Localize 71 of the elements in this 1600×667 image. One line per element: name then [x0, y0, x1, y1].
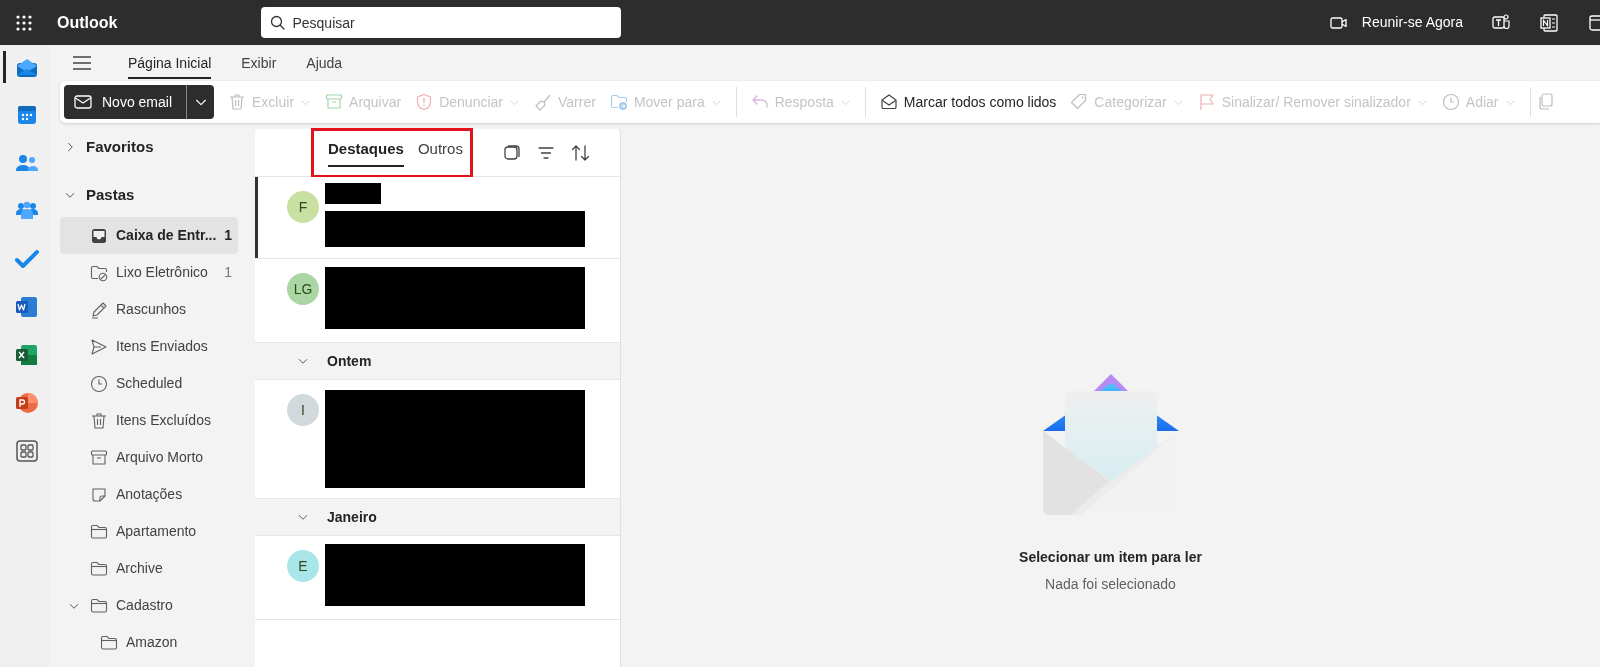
message-tab[interactable]: Outros: [417, 138, 463, 167]
folder-section-header[interactable]: Favoritos: [60, 129, 251, 165]
tag-icon: [1070, 93, 1089, 111]
broom-icon: [534, 93, 552, 111]
avatar: I: [287, 394, 319, 426]
note-icon: [90, 485, 108, 504]
app-title: Outlook: [57, 12, 118, 33]
word-icon: [13, 294, 40, 320]
folder-section-header[interactable]: Pastas: [60, 177, 251, 213]
excel-icon: [13, 342, 40, 368]
video-camera-icon: [1329, 14, 1348, 31]
clock-icon: [1441, 93, 1460, 111]
trash-icon: [90, 411, 108, 430]
avatar: E: [287, 550, 319, 582]
archive-box-icon: [90, 448, 108, 467]
ribbon-tab[interactable]: Exibir: [241, 47, 277, 79]
toolbar-button[interactable]: Marcar todos como lidos: [879, 91, 1057, 113]
junk-folder-icon: [90, 263, 108, 282]
send-icon: [90, 337, 108, 356]
flag-icon: [1197, 93, 1216, 111]
shield-icon: [415, 93, 434, 111]
folder-arrow-icon: [609, 93, 628, 111]
onenote-icon[interactable]: [1540, 12, 1559, 33]
folder-item[interactable]: Lixo Eletrônico 1: [60, 254, 238, 291]
open-envelope-icon: [879, 93, 898, 111]
ribbon-tab[interactable]: Ajuda: [306, 47, 343, 79]
select-mode-icon[interactable]: [502, 143, 521, 162]
envelope-icon: [74, 94, 92, 110]
folder-item[interactable]: Anotações: [60, 476, 238, 513]
unread-count: 1: [224, 226, 233, 245]
inbox-icon: [90, 226, 108, 245]
folder-item[interactable]: Caixa de Entr... 1: [60, 217, 238, 254]
folder-item[interactable]: Scheduled: [60, 365, 238, 402]
app-launcher-icon[interactable]: [15, 13, 33, 32]
folder-item[interactable]: Amazon: [60, 624, 238, 661]
sort-icon[interactable]: [570, 143, 591, 162]
folder-item[interactable]: Apartamento: [60, 513, 238, 550]
avatar: LG: [287, 273, 319, 305]
group-header[interactable]: Janeiro: [255, 499, 620, 536]
folder-item[interactable]: Itens Excluídos: [60, 402, 238, 439]
archive-box-icon: [325, 93, 344, 111]
trash-icon: [228, 93, 247, 111]
clock-icon: [90, 374, 108, 393]
folder-icon: [90, 559, 108, 578]
folder-item[interactable]: Itens Enviados: [60, 328, 238, 365]
message-tab[interactable]: Destaques: [328, 138, 404, 167]
ribbon-tab[interactable]: Página Inicial: [128, 47, 212, 79]
empty-state-title: Selecionar um item para ler: [1019, 548, 1202, 567]
new-email-button[interactable]: Novo email: [64, 85, 187, 119]
meet-now-button[interactable]: Reunir-se Agora: [1329, 12, 1463, 33]
empty-state-subtitle: Nada foi selecionado: [1045, 575, 1176, 594]
group-header[interactable]: Ontem: [255, 343, 620, 380]
folder-item[interactable]: Arquivo Morto: [60, 439, 238, 476]
unread-count: 1: [224, 263, 233, 282]
pencil-icon: [90, 300, 108, 319]
folder-item[interactable]: Archive: [60, 550, 238, 587]
search-field[interactable]: Pesquisar: [261, 7, 622, 38]
folder-icon: [100, 633, 118, 652]
calendar-check-icon[interactable]: [1589, 12, 1600, 33]
new-email-dropdown-button[interactable]: [186, 85, 215, 119]
folder-icon: [90, 596, 108, 615]
folder-icon: [90, 522, 108, 541]
apps-icon: [13, 438, 40, 464]
avatar: F: [287, 191, 319, 223]
powerpoint-icon: [13, 390, 40, 416]
redaction-block: [325, 183, 381, 204]
search-icon: [270, 15, 286, 30]
folder-item[interactable]: Rascunhos: [60, 291, 238, 328]
folder-item[interactable]: Cadastro: [60, 587, 238, 624]
message-row[interactable]: F: [255, 177, 620, 259]
menu-icon[interactable]: [72, 54, 92, 72]
